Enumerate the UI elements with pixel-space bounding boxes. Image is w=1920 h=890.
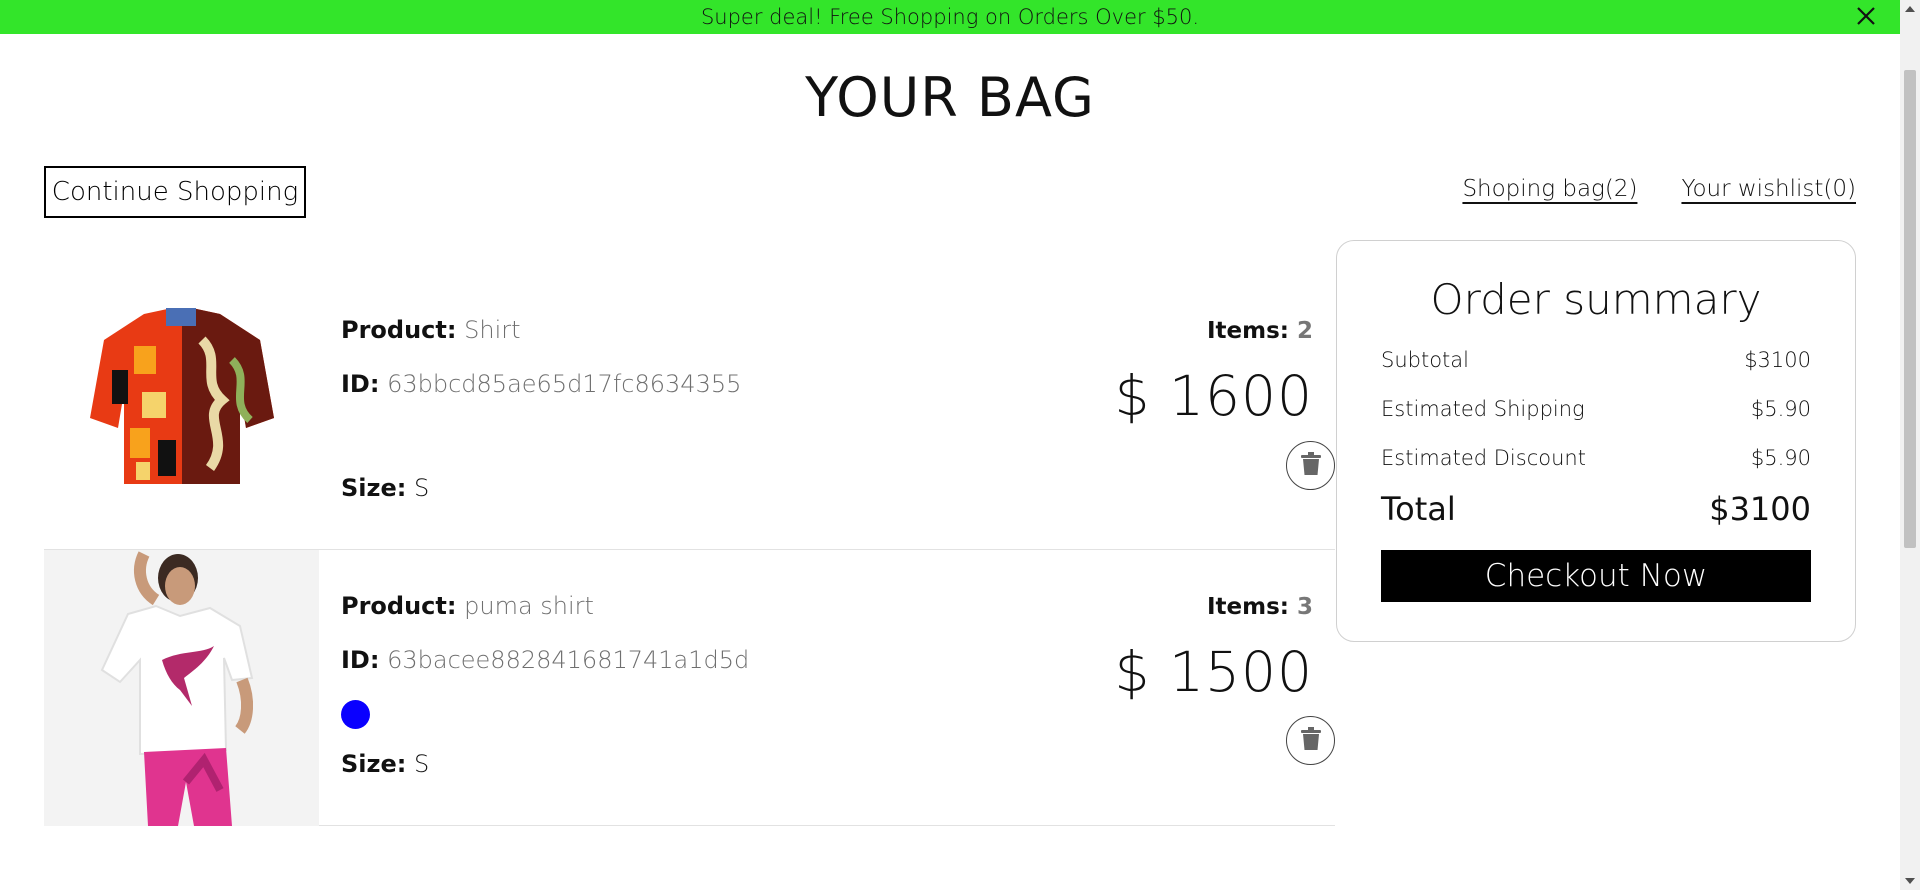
id-row: ID: 63bbcd85ae65d17fc8634355 xyxy=(341,370,741,398)
order-summary: Order summary Subtotal $3100 Estimated S… xyxy=(1336,240,1856,642)
size-label: Size: xyxy=(341,474,407,502)
item-price: $ 1600 xyxy=(1114,364,1313,428)
product-name: Shirt xyxy=(464,316,521,344)
product-label: Product: xyxy=(341,592,457,620)
wishlist-link[interactable]: Your wishlist(0) xyxy=(1681,176,1856,202)
total-value: $3100 xyxy=(1709,490,1811,528)
delete-item-button[interactable] xyxy=(1286,441,1335,490)
scroll-up-arrow-icon[interactable] xyxy=(1905,6,1915,12)
item-pricing: Items: 2 $ 1600 xyxy=(1115,318,1313,428)
product-row: Product: puma shirt xyxy=(341,592,594,620)
subtotal-value: $3100 xyxy=(1744,348,1811,372)
item-quantity: Items: 2 xyxy=(1115,318,1313,344)
subtotal-row: Subtotal $3100 xyxy=(1381,348,1811,372)
cart-item: Product: Shirt ID: 63bbcd85ae65d17fc8634… xyxy=(44,240,1335,550)
size-row: Size: S xyxy=(341,750,429,778)
announcement-bar: Super deal! Free Shopping on Orders Over… xyxy=(0,0,1900,34)
discount-label: Estimated Discount xyxy=(1381,446,1586,470)
shipping-label: Estimated Shipping xyxy=(1381,397,1585,421)
announcement-text: Super deal! Free Shopping on Orders Over… xyxy=(700,5,1200,29)
product-id: 63bbcd85ae65d17fc8634355 xyxy=(387,370,742,398)
shirt-image[interactable] xyxy=(44,290,319,500)
item-price: $ 1500 xyxy=(1114,640,1313,704)
scrollbar-thumb[interactable] xyxy=(1904,70,1916,548)
quantity-value: 3 xyxy=(1296,594,1313,620)
id-row: ID: 63bacee882841681741a1d5d xyxy=(341,646,749,674)
cart-items: Product: Shirt ID: 63bbcd85ae65d17fc8634… xyxy=(44,240,1335,826)
total-label: Total xyxy=(1381,490,1456,528)
shipping-row: Estimated Shipping $5.90 xyxy=(1381,397,1811,421)
trash-icon xyxy=(1300,452,1322,479)
size-label: Size: xyxy=(341,750,407,778)
product-size: S xyxy=(414,474,430,502)
discount-value: $5.90 xyxy=(1750,446,1811,470)
product-size: S xyxy=(414,750,430,778)
subtotal-label: Subtotal xyxy=(1381,348,1469,372)
discount-row: Estimated Discount $5.90 xyxy=(1381,446,1811,470)
item-quantity: Items: 3 xyxy=(1115,594,1313,620)
product-id: 63bacee882841681741a1d5d xyxy=(387,646,750,674)
checkout-button[interactable]: Checkout Now xyxy=(1381,550,1811,602)
puma-shirt-image[interactable] xyxy=(44,550,319,826)
scroll-down-arrow-icon[interactable] xyxy=(1905,878,1915,884)
items-label: Items: xyxy=(1206,318,1289,344)
scrollbar[interactable] xyxy=(1900,0,1920,890)
continue-shopping-button[interactable]: Continue Shopping xyxy=(44,166,306,218)
product-name: puma shirt xyxy=(464,592,594,620)
color-swatch[interactable] xyxy=(341,700,370,729)
id-label: ID: xyxy=(341,370,380,398)
bag-links: Shoping bag(2) Your wishlist(0) xyxy=(1462,176,1856,202)
product-row: Product: Shirt xyxy=(341,316,521,344)
trash-icon xyxy=(1300,727,1322,754)
total-row: Total $3100 xyxy=(1381,490,1811,528)
shopping-bag-link[interactable]: Shoping bag(2) xyxy=(1462,176,1637,202)
summary-title: Order summary xyxy=(1430,275,1762,324)
items-label: Items: xyxy=(1206,594,1289,620)
page-title: YOUR BAG xyxy=(805,66,1095,129)
size-row: Size: S xyxy=(341,474,429,502)
delete-item-button[interactable] xyxy=(1286,716,1335,765)
item-pricing: Items: 3 $ 1500 xyxy=(1115,594,1313,704)
product-label: Product: xyxy=(341,316,457,344)
cart-item: Product: puma shirt ID: 63bacee882841681… xyxy=(44,550,1335,826)
quantity-value: 2 xyxy=(1296,318,1313,344)
shipping-value: $5.90 xyxy=(1750,397,1811,421)
close-icon[interactable] xyxy=(1854,4,1878,28)
id-label: ID: xyxy=(341,646,380,674)
